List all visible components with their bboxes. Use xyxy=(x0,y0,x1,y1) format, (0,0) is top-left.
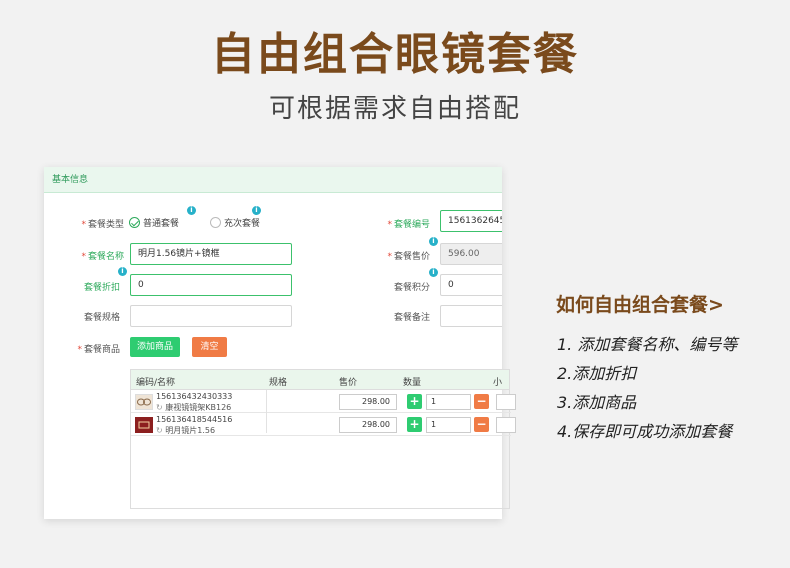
col-spec: 规格 xyxy=(269,378,288,388)
price-input: 596.00 xyxy=(440,243,502,265)
hero-title: 自由组合眼镜套餐 xyxy=(211,29,579,80)
lens-thumbnail xyxy=(135,417,153,433)
goods-name: ↻ 明月镜片1.56 xyxy=(156,426,216,435)
panel-header: 基本信息 xyxy=(44,167,502,193)
table-header: 编码/名称 规格 售价 数量 小 xyxy=(131,370,509,390)
goods-table: 编码/名称 规格 售价 数量 小 156136432430333 ↻ 康视镜镜架… xyxy=(130,369,516,509)
spec-label: 套餐规格 xyxy=(83,313,120,323)
subtotal-field xyxy=(496,394,516,410)
code-label: * 套餐编号 xyxy=(387,220,430,230)
discount-input[interactable]: 0 xyxy=(130,274,292,296)
remark-input[interactable] xyxy=(440,305,502,327)
sync-icon: ↻ xyxy=(156,403,163,412)
minus-icon[interactable]: − xyxy=(474,394,489,409)
goods-label: * 套餐商品 xyxy=(77,345,120,355)
clear-button[interactable]: 清空 xyxy=(192,337,227,357)
step-item: 2.添加折扣 xyxy=(557,364,637,383)
subtotal-field xyxy=(496,417,516,433)
table-row[interactable]: 156136418544516 ↻ 明月镜片1.56 298.00 + 1 − xyxy=(131,414,516,436)
price-label: * 套餐售价 xyxy=(387,252,430,262)
col-code-name: 编码/名称 xyxy=(136,378,176,388)
radio-normal-package[interactable]: 普通套餐 xyxy=(129,216,179,229)
price-field[interactable]: 298.00 xyxy=(339,417,397,433)
name-input[interactable]: 明月1.56镜片+镜框 xyxy=(130,243,292,265)
add-goods-button[interactable]: 添加商品 xyxy=(130,337,180,357)
spec-input[interactable] xyxy=(130,305,292,327)
col-subtotal: 小 xyxy=(493,378,503,388)
plus-icon[interactable]: + xyxy=(407,394,422,409)
quantity-field[interactable]: 1 xyxy=(426,417,471,433)
step-item: 4.保存即可成功添加套餐 xyxy=(557,422,733,441)
hero-subtitle: 可根据需求自由搭配 xyxy=(268,94,521,124)
step-item: 3.添加商品 xyxy=(557,393,637,412)
steps-title: 如何自由组合套餐> xyxy=(556,294,724,316)
code-input[interactable]: 15613626450 xyxy=(440,210,502,232)
col-price: 售价 xyxy=(339,378,358,388)
step-item: 1. 添加套餐名称、编号等 xyxy=(557,335,738,354)
sync-icon: ↻ xyxy=(156,426,163,435)
goods-code: 156136418544516 xyxy=(156,415,233,424)
discount-label: 套餐折扣 xyxy=(83,283,120,293)
goods-name: ↻ 康视镜镜架KB126 xyxy=(156,403,232,412)
radio-unchecked-icon xyxy=(210,217,221,228)
frame-thumbnail xyxy=(135,394,153,410)
table-row[interactable]: 156136432430333 ↻ 康视镜镜架KB126 298.00 + 1 … xyxy=(131,391,516,413)
plus-icon[interactable]: + xyxy=(407,417,422,432)
info-icon: i xyxy=(118,267,127,276)
goods-code: 156136432430333 xyxy=(156,392,233,401)
info-icon: i xyxy=(429,268,438,277)
radio-checked-icon xyxy=(129,217,140,228)
info-icon: i xyxy=(187,206,196,215)
minus-icon[interactable]: − xyxy=(474,417,489,432)
radio-count-package[interactable]: 充次套餐 xyxy=(210,216,260,229)
name-label: * 套餐名称 xyxy=(81,252,124,262)
info-icon: i xyxy=(429,237,438,246)
col-quantity: 数量 xyxy=(403,378,422,388)
remark-label: 套餐备注 xyxy=(393,313,430,323)
type-label: * 套餐类型 xyxy=(81,220,124,230)
points-input[interactable]: 0 xyxy=(440,274,502,296)
column-divider xyxy=(266,390,267,433)
points-label: 套餐积分 xyxy=(393,283,430,293)
quantity-field[interactable]: 1 xyxy=(426,394,471,410)
info-icon: i xyxy=(252,206,261,215)
price-field[interactable]: 298.00 xyxy=(339,394,397,410)
